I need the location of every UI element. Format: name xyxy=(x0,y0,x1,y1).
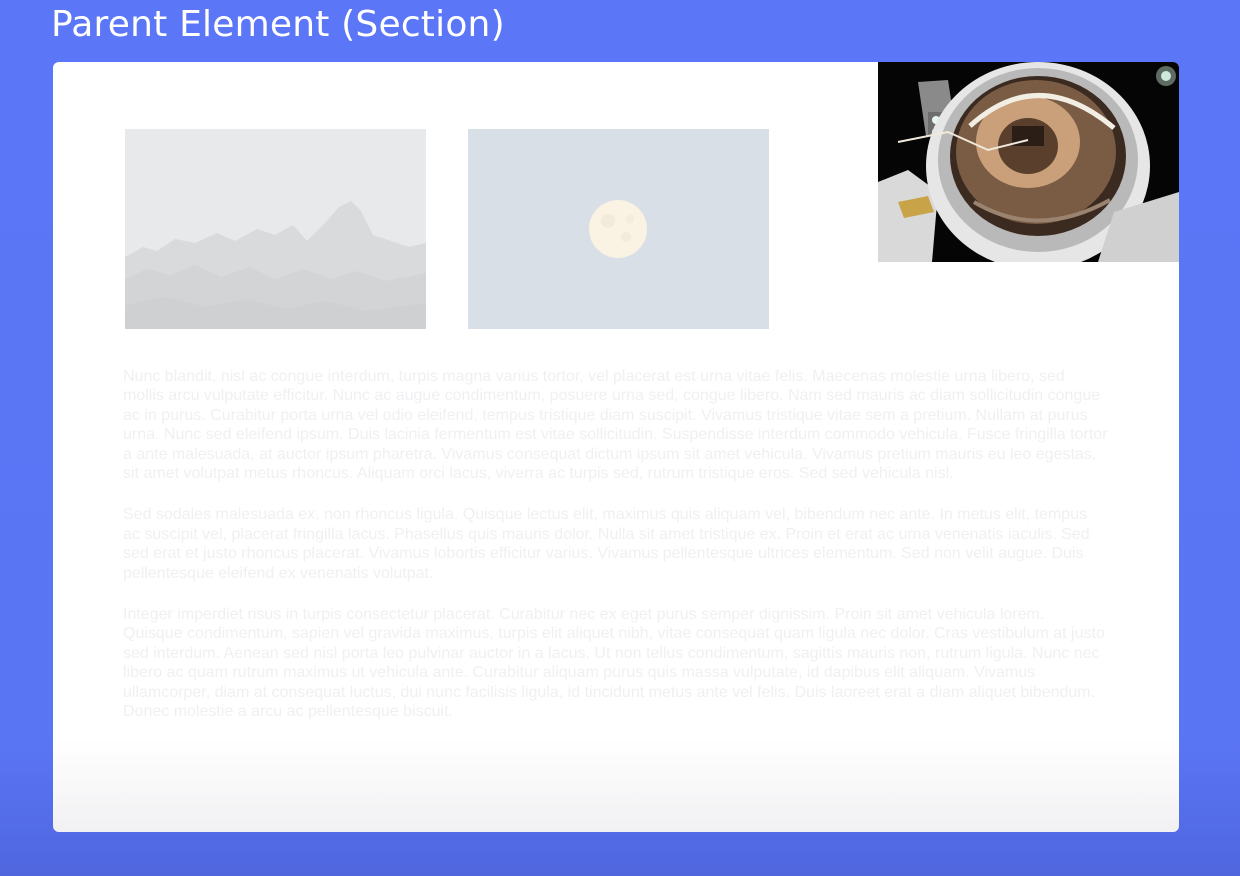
parent-section: Nunc blandit, nisl ac congue interdum, t… xyxy=(53,62,1179,832)
paragraph: Integer imperdiet risus in turpis consec… xyxy=(123,606,1105,721)
page-title: Parent Element (Section) xyxy=(51,4,505,45)
astronaut-image xyxy=(878,62,1179,262)
moon-image xyxy=(468,129,769,329)
paragraph: Sed sodales malesuada ex, non rhoncus li… xyxy=(123,506,1090,582)
body-copy: Nunc blandit, nisl ac congue interdum, t… xyxy=(123,367,1108,744)
mountains-image xyxy=(125,129,426,329)
paragraph: Nunc blandit, nisl ac congue interdum, t… xyxy=(123,368,1108,483)
